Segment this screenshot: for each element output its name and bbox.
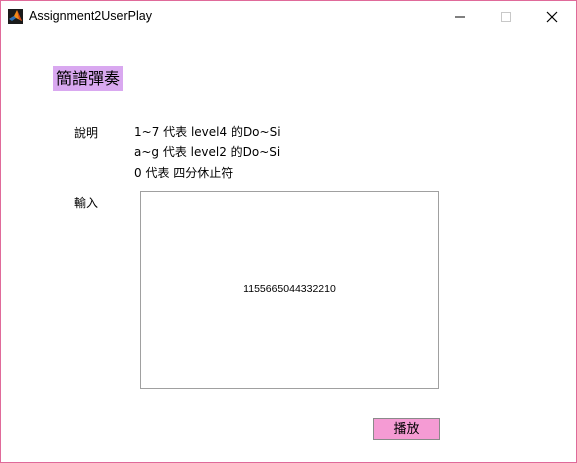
description-label: 說明 — [74, 126, 99, 140]
description-line-2: a~g 代表 level2 的Do~Si — [134, 145, 281, 159]
minimize-icon — [455, 16, 465, 18]
page-title: 簡譜彈奏 — [53, 66, 123, 91]
minimize-button[interactable] — [437, 1, 483, 32]
close-icon — [546, 11, 558, 23]
play-button[interactable]: 播放 — [373, 418, 440, 440]
notation-input-value: 1155665044332210 — [243, 283, 336, 295]
maximize-icon — [501, 12, 511, 22]
description-line-1: 1~7 代表 level4 的Do~Si — [134, 125, 281, 139]
matlab-icon — [8, 9, 23, 24]
title-bar[interactable]: Assignment2UserPlay — [1, 1, 576, 32]
notation-input[interactable]: 1155665044332210 — [140, 191, 439, 389]
app-window: Assignment2UserPlay 簡譜彈奏 說明 1~7 代表 level… — [0, 0, 577, 463]
window-title: Assignment2UserPlay — [29, 9, 152, 23]
close-button[interactable] — [529, 1, 575, 32]
input-label: 輸入 — [74, 196, 99, 210]
description-line-3: 0 代表 四分休止符 — [134, 166, 234, 180]
maximize-button[interactable] — [483, 1, 529, 32]
